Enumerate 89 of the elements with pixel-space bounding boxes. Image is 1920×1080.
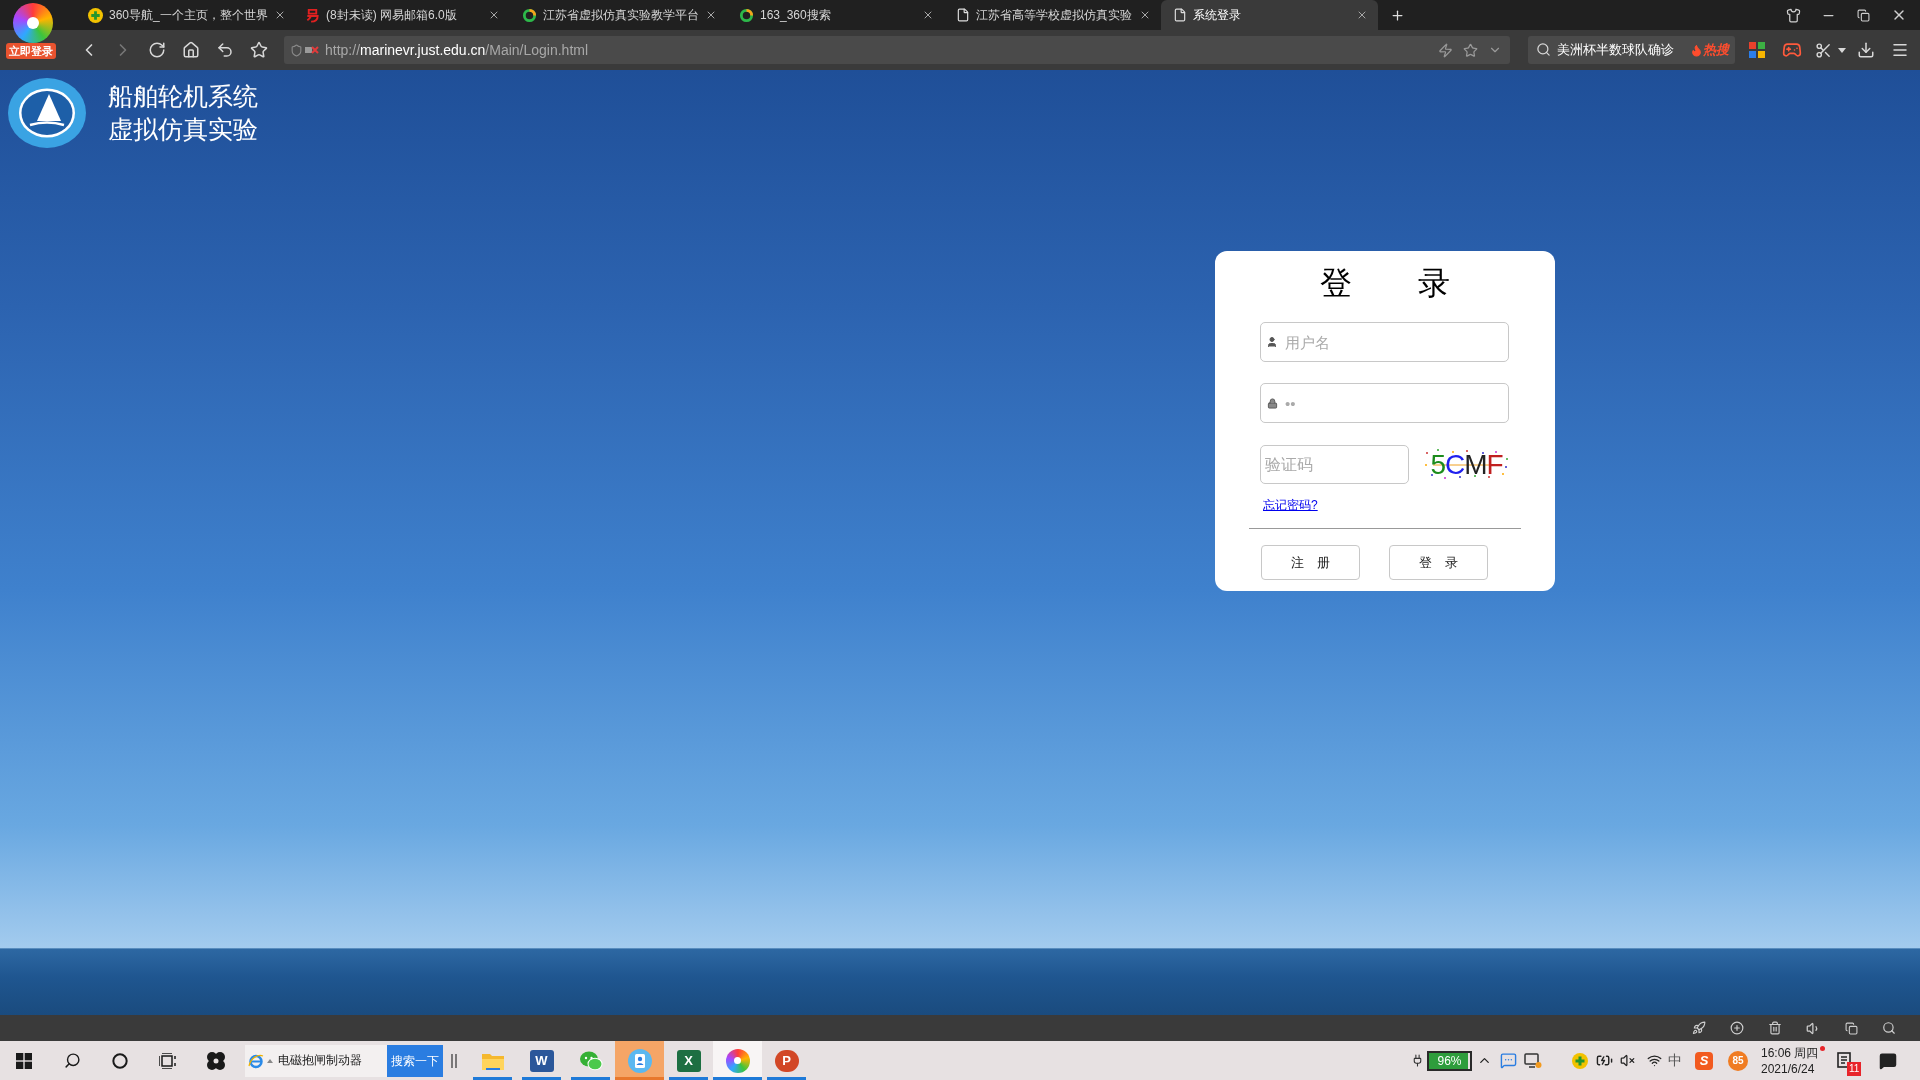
clock-time[interactable]: 16:06 周四 <box>1761 1044 1823 1061</box>
search-icon[interactable] <box>1882 1021 1896 1035</box>
browser-tab[interactable]: 360导航_一个主页，整个世界 <box>76 0 293 30</box>
site-title: 船舶轮机系统 <box>108 81 258 112</box>
search-icon <box>1536 42 1551 57</box>
login-title: 登 录 <box>1320 265 1450 301</box>
rocket-icon[interactable] <box>1692 1021 1706 1035</box>
browser-tab[interactable]: 江苏省高等学校虚拟仿真实验 <box>944 0 1161 30</box>
letter-logo: W <box>529 1049 554 1072</box>
window-grid-icon[interactable] <box>16 1052 32 1069</box>
pinwheel-icon[interactable] <box>206 1050 226 1071</box>
battery-percentage: 96% <box>1437 1053 1462 1068</box>
taskbar-app-button[interactable] <box>615 1041 664 1080</box>
taskbar-app-button[interactable]: X <box>664 1041 713 1080</box>
circular-arrow-icon[interactable] <box>148 41 166 59</box>
shirt-icon[interactable] <box>1786 7 1801 23</box>
chat-bubble-icon[interactable] <box>1499 1052 1517 1069</box>
close-icon[interactable] <box>1139 9 1151 21</box>
close-icon[interactable] <box>922 9 934 21</box>
login-button[interactable]: 登 录 <box>1389 545 1488 580</box>
broken-page-icon <box>305 45 319 55</box>
browser-tab[interactable]: 系统登录 <box>1161 0 1378 30</box>
ring-icon <box>522 7 537 23</box>
restore-icon[interactable] <box>1857 8 1870 22</box>
download-icon[interactable] <box>1857 41 1875 59</box>
letter-logo: X <box>676 1049 701 1072</box>
flame-icon <box>1690 43 1703 57</box>
sailboat-emblem-icon <box>8 78 86 148</box>
captcha-image[interactable]: 5CMF <box>1423 447 1510 482</box>
count-badge: 11 <box>1847 1062 1862 1076</box>
login-badge[interactable]: 立即登录 <box>6 43 56 59</box>
search-icon[interactable] <box>63 1052 81 1069</box>
taskbar-search-field[interactable]: 电磁抱闸制动器 <box>245 1044 387 1077</box>
logo-mark-icon <box>305 7 320 23</box>
caret-up-icon <box>267 1058 273 1063</box>
page-icon <box>1173 8 1187 22</box>
letter-logo: P <box>774 1049 799 1072</box>
person-icon <box>1266 336 1278 348</box>
browser-tab[interactable]: 163_360搜索 <box>727 0 944 30</box>
circle-icon[interactable] <box>112 1052 128 1069</box>
input-method-indicator[interactable]: 中 <box>1666 1050 1684 1071</box>
house-icon[interactable] <box>182 41 200 59</box>
e-logo-icon <box>248 1052 264 1069</box>
menu-icon[interactable] <box>1891 41 1909 59</box>
monitor-dot-icon[interactable] <box>1524 1052 1542 1069</box>
taskbar-app-button[interactable]: W <box>517 1041 566 1080</box>
url-text: http://marinevr.just.edu.cn/Main/Login.html <box>325 40 589 60</box>
color-wheel-icon[interactable] <box>13 3 53 43</box>
browser-tab[interactable]: 江苏省虚拟仿真实验教学平台 <box>510 0 727 30</box>
page-icon <box>956 8 970 22</box>
chat-bubbles-icon <box>578 1049 603 1072</box>
speech-bubble-icon[interactable] <box>1879 1051 1897 1070</box>
plus-icon[interactable] <box>1390 7 1405 23</box>
close-icon[interactable] <box>705 9 717 21</box>
lock-icon <box>1267 398 1278 409</box>
circle-plus-icon[interactable] <box>1730 1021 1744 1035</box>
username-field[interactable]: 用户名 <box>1260 322 1509 362</box>
color-wheel-icon <box>725 1048 750 1073</box>
taskbar-app-button[interactable]: P <box>762 1041 811 1080</box>
scissors-icon[interactable] <box>1814 41 1832 59</box>
battery-indicator[interactable]: 96% <box>1427 1050 1472 1071</box>
plus-circle-icon[interactable] <box>88 7 103 23</box>
shield-icon <box>290 43 303 57</box>
id-badge-icon <box>627 1048 652 1073</box>
lightning-icon[interactable] <box>1438 42 1453 58</box>
grip-lines-icon[interactable] <box>451 1053 457 1068</box>
clock-date[interactable]: 2021/6/24 <box>1761 1060 1823 1077</box>
gamepad-icon[interactable] <box>1782 40 1802 60</box>
wifi-icon[interactable] <box>1646 1053 1662 1068</box>
ring-icon <box>739 7 754 23</box>
captcha-field[interactable]: 验证码 <box>1260 445 1409 484</box>
search-button[interactable]: 搜索一下 <box>387 1044 443 1077</box>
square-icon[interactable] <box>1844 1021 1858 1035</box>
caret-down-icon[interactable] <box>1838 47 1846 53</box>
address-bar[interactable]: http://marinevr.just.edu.cn/Main/Login.html <box>284 36 1510 64</box>
undo-arrow-icon[interactable] <box>216 41 234 59</box>
close-icon[interactable] <box>488 9 500 21</box>
mute-icon[interactable] <box>1619 1053 1635 1068</box>
register-button[interactable]: 注 册 <box>1261 545 1360 580</box>
trash-icon[interactable] <box>1768 1021 1782 1035</box>
close-icon[interactable] <box>1356 9 1368 21</box>
password-field[interactable]: •• <box>1260 383 1509 423</box>
site-title: 虚拟仿真实验 <box>108 114 258 145</box>
four-squares-icon[interactable] <box>1749 42 1765 58</box>
taskbar-app-button[interactable] <box>713 1041 762 1080</box>
browser-tab[interactable]: (8封未读) 网易邮箱6.0版 <box>293 0 510 30</box>
stacked-rectangles-icon[interactable] <box>159 1052 177 1069</box>
star-icon[interactable] <box>1463 42 1478 58</box>
forgot-password-link[interactable]: 忘记密码? <box>1263 497 1318 513</box>
